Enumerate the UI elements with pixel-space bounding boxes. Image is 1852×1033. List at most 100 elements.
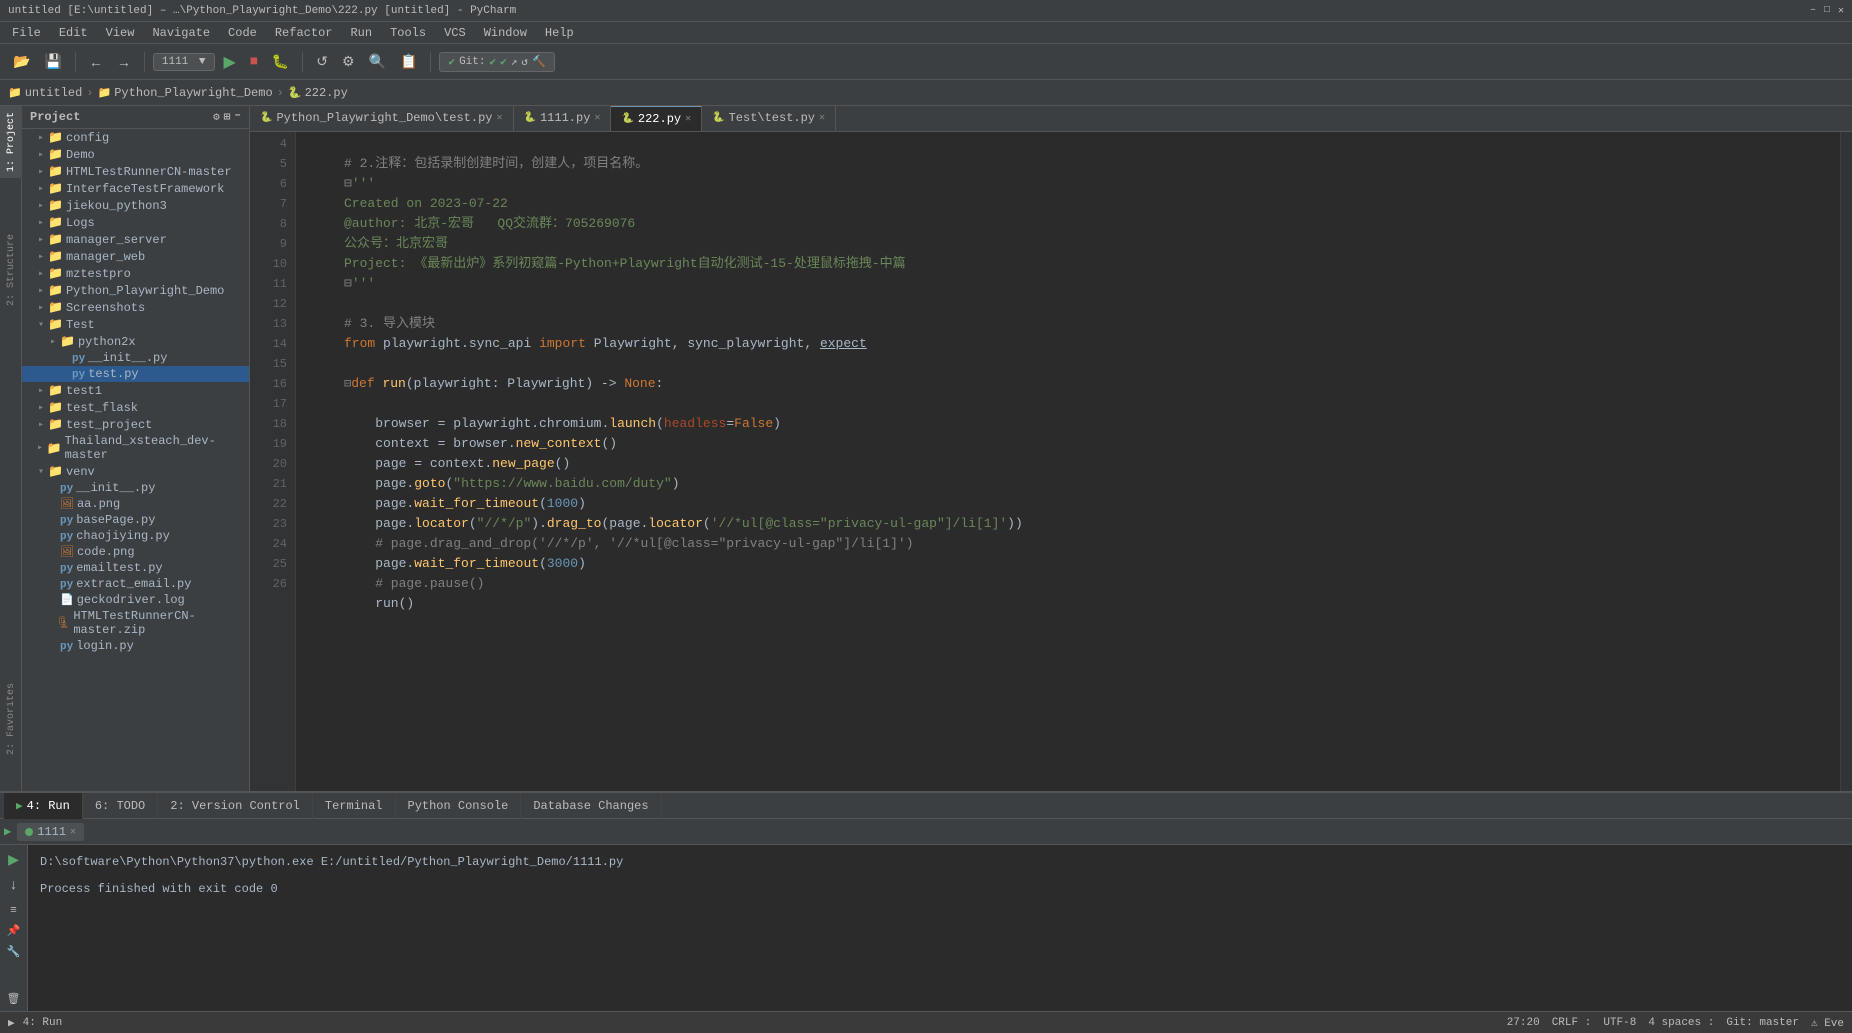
- forward-btn[interactable]: →: [112, 51, 136, 73]
- debug-btn[interactable]: 🐛: [267, 50, 294, 73]
- revert-btn[interactable]: ↺: [311, 50, 333, 73]
- tree-item-test1[interactable]: ▸📁test1: [22, 382, 249, 399]
- tree-item-code-png[interactable]: 🖼code.png: [22, 544, 249, 560]
- tree-arrow-mztestpro[interactable]: ▸: [34, 268, 48, 280]
- tree-item-Demo[interactable]: ▸📁Demo: [22, 146, 249, 163]
- project-settings-icon[interactable]: ⚙: [213, 110, 220, 124]
- structure-tab[interactable]: 2: Structure: [0, 228, 22, 312]
- tab-close-1111.py[interactable]: ✕: [594, 112, 600, 124]
- tree-arrow-Demo[interactable]: ▸: [34, 149, 48, 161]
- tree-arrow-test1[interactable]: ▸: [34, 385, 48, 397]
- menu-item-edit[interactable]: Edit: [51, 24, 96, 42]
- status-git[interactable]: Git: master: [1726, 1017, 1799, 1029]
- status-position[interactable]: 27:20: [1507, 1017, 1540, 1029]
- tree-item-login-py[interactable]: pylogin.py: [22, 638, 249, 654]
- run-scroll-btn[interactable]: ≡: [8, 902, 18, 918]
- project-tab[interactable]: 1: Project: [0, 106, 22, 178]
- back-btn[interactable]: ←: [84, 51, 108, 73]
- tree-item-test-flask[interactable]: ▸📁test_flask: [22, 399, 249, 416]
- tree-arrow-config[interactable]: ▸: [34, 132, 48, 144]
- menu-item-refactor[interactable]: Refactor: [267, 24, 341, 42]
- tree-item-Thailand-xsteach-dev-master[interactable]: ▸📁Thailand_xsteach_dev-master: [22, 433, 249, 463]
- window-controls[interactable]: – □ ✕: [1810, 5, 1844, 17]
- tree-item-aa-png[interactable]: 🖼aa.png: [22, 496, 249, 512]
- copy-path-btn[interactable]: 📋: [395, 50, 422, 73]
- status-run-icon[interactable]: ▶: [8, 1016, 15, 1030]
- editor-tab-222-py[interactable]: 🐍222.py✕: [611, 106, 702, 131]
- tree-item-emailtest-py[interactable]: pyemailtest.py: [22, 560, 249, 576]
- tree-arrow-test_flask[interactable]: ▸: [34, 402, 48, 414]
- tree-item-mztestpro[interactable]: ▸📁mztestpro: [22, 265, 249, 282]
- tree-arrow-manager_web[interactable]: ▸: [34, 251, 48, 263]
- run-trash-btn[interactable]: 🗑: [5, 990, 23, 1007]
- open-btn[interactable]: 📂: [8, 50, 35, 73]
- run-play-btn[interactable]: ▶: [6, 849, 21, 870]
- tree-arrow-Python_Playwright_Demo[interactable]: ▸: [34, 285, 48, 297]
- save-btn[interactable]: 💾: [39, 50, 66, 73]
- tab-close-Python_Playwright_Demo\test.py[interactable]: ✕: [497, 112, 503, 124]
- bottom-tab-Python-Console[interactable]: Python Console: [396, 793, 522, 819]
- tree-item-manager-web[interactable]: ▸📁manager_web: [22, 248, 249, 265]
- breadcrumb-file[interactable]: 🐍 222.py: [288, 86, 348, 100]
- run-tab-close[interactable]: ✕: [70, 826, 76, 838]
- project-header-icons[interactable]: ⚙ ⊞ –: [213, 110, 241, 124]
- tree-arrow-Screenshots[interactable]: ▸: [34, 302, 48, 314]
- code-editor[interactable]: # 2.注释：包括录制创建时间，创建人，项目名称。⊟'''Created on …: [296, 132, 1840, 791]
- git-badge[interactable]: ✔ Git: ✔ ✔ ↗ ↺ 🔨: [439, 52, 554, 72]
- tree-item-Python-Playwright-Demo[interactable]: ▸📁Python_Playwright_Demo: [22, 282, 249, 299]
- tree-item-manager-server[interactable]: ▸📁manager_server: [22, 231, 249, 248]
- editor-tab-Python-Playwright-Demo-test-py[interactable]: 🐍Python_Playwright_Demo\test.py✕: [250, 106, 514, 131]
- tree-item-test-project[interactable]: ▸📁test_project: [22, 416, 249, 433]
- tree-item-extract-email-py[interactable]: pyextract_email.py: [22, 576, 249, 592]
- tree-item-InterfaceTestFramework[interactable]: ▸📁InterfaceTestFramework: [22, 180, 249, 197]
- tree-arrow-python2x[interactable]: ▸: [46, 336, 60, 348]
- status-encoding[interactable]: UTF-8: [1603, 1017, 1636, 1029]
- search-btn[interactable]: 🔍: [364, 50, 391, 73]
- run-config-select[interactable]: 1111 ▼: [153, 53, 215, 71]
- bottom-tab-Terminal[interactable]: Terminal: [313, 793, 396, 819]
- tree-item-HTMLTestRunnerCN-master-zip[interactable]: 🗜HTMLTestRunnerCN-master.zip: [22, 608, 249, 638]
- tree-arrow-Logs[interactable]: ▸: [34, 217, 48, 229]
- tree-item-Test[interactable]: ▾📁Test: [22, 316, 249, 333]
- bottom-tab-2--Version-Control[interactable]: 2: Version Control: [158, 793, 313, 819]
- run-pin-btn[interactable]: 📌: [5, 922, 23, 939]
- status-events[interactable]: ⚠ Eve: [1811, 1016, 1844, 1030]
- breadcrumb-demo[interactable]: 📁 Python_Playwright_Demo: [98, 86, 273, 100]
- menu-item-run[interactable]: Run: [342, 24, 380, 42]
- tree-arrow-Test[interactable]: ▾: [34, 319, 48, 331]
- bottom-tab-4--Run[interactable]: ▶4: Run: [4, 793, 83, 819]
- tree-arrow-HTMLTestRunnerCN-master[interactable]: ▸: [34, 166, 48, 178]
- breadcrumb-home[interactable]: 📁 untitled: [8, 86, 82, 100]
- run-down-btn[interactable]: ↓: [8, 874, 19, 894]
- settings-btn[interactable]: ⚙: [337, 50, 360, 73]
- editor-tab-Test-test-py[interactable]: 🐍Test\test.py✕: [702, 106, 836, 131]
- tree-item-Logs[interactable]: ▸📁Logs: [22, 214, 249, 231]
- menu-item-file[interactable]: File: [4, 24, 49, 42]
- menu-item-navigate[interactable]: Navigate: [144, 24, 218, 42]
- editor-tab-1111-py[interactable]: 🐍1111.py✕: [514, 106, 612, 131]
- menu-item-vcs[interactable]: VCS: [436, 24, 474, 42]
- status-crlf[interactable]: CRLF :: [1552, 1017, 1592, 1029]
- favorites-tab[interactable]: 2: Favorites: [0, 677, 22, 761]
- tree-arrow-InterfaceTestFramework[interactable]: ▸: [34, 183, 48, 195]
- tree-arrow-Thailand_xsteach_dev-master[interactable]: ▸: [33, 442, 46, 454]
- tree-item-venv[interactable]: ▾📁venv: [22, 463, 249, 480]
- run-config-dropdown[interactable]: ▼: [199, 56, 206, 68]
- tree-item-chaojiying-py[interactable]: pychaojiying.py: [22, 528, 249, 544]
- tree-item-jiekou-python3[interactable]: ▸📁jiekou_python3: [22, 197, 249, 214]
- menu-item-window[interactable]: Window: [476, 24, 535, 42]
- bottom-tab-6--TODO[interactable]: 6: TODO: [83, 793, 158, 819]
- tree-item---init---py[interactable]: py__init__.py: [22, 480, 249, 496]
- tree-arrow-venv[interactable]: ▾: [34, 466, 48, 478]
- tree-item---init---py[interactable]: py__init__.py: [22, 350, 249, 366]
- status-indent[interactable]: 4 spaces :: [1648, 1017, 1714, 1029]
- menu-item-view[interactable]: View: [98, 24, 143, 42]
- maximize-btn[interactable]: □: [1824, 5, 1830, 17]
- menu-item-code[interactable]: Code: [220, 24, 265, 42]
- project-layout-icon[interactable]: ⊞: [224, 110, 231, 124]
- bottom-tab-Database-Changes[interactable]: Database Changes: [521, 793, 661, 819]
- tree-item-python2x[interactable]: ▸📁python2x: [22, 333, 249, 350]
- tree-item-Screenshots[interactable]: ▸📁Screenshots: [22, 299, 249, 316]
- minimize-btn[interactable]: –: [1810, 5, 1816, 17]
- tree-arrow-test_project[interactable]: ▸: [34, 419, 48, 431]
